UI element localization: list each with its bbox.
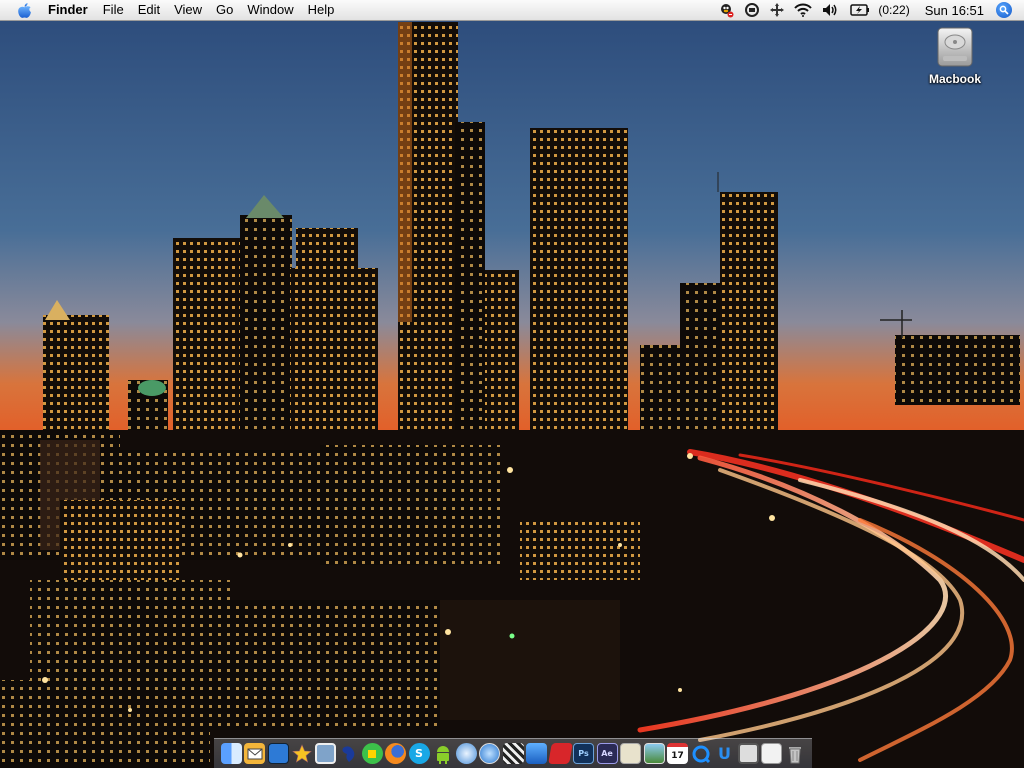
menu-finder[interactable]: Finder — [42, 0, 96, 20]
adium-duck-icon[interactable] — [713, 0, 739, 20]
trash-icon[interactable] — [785, 743, 806, 764]
menu-help[interactable]: Help — [301, 0, 342, 20]
macbook-drive-icon[interactable]: Macbook — [922, 26, 988, 86]
safari-icon[interactable] — [479, 743, 500, 764]
spotlight-search-icon[interactable] — [996, 2, 1012, 18]
ical-icon[interactable]: 17 — [667, 743, 688, 764]
star-icon[interactable] — [291, 743, 312, 764]
status-menus: (0:22) Sun 16:51 — [713, 0, 1024, 20]
menu-go[interactable]: Go — [209, 0, 240, 20]
photoshop-icon[interactable]: Ps — [573, 743, 594, 764]
menu-window[interactable]: Window — [240, 0, 300, 20]
apple-logo-icon[interactable] — [14, 0, 34, 20]
quicktime-icon[interactable] — [691, 743, 712, 764]
menu-clock[interactable]: Sun 16:51 — [913, 3, 994, 18]
screen-share-icon[interactable] — [761, 743, 782, 764]
move-arrows-icon[interactable] — [765, 0, 789, 20]
volume-icon[interactable] — [817, 0, 845, 20]
menu-bar: Finder File Edit View Go Window Help (0:… — [0, 0, 1024, 21]
sync-circle-icon[interactable] — [739, 0, 765, 20]
ichat-icon[interactable] — [455, 743, 477, 764]
battery-icon[interactable] — [845, 0, 875, 20]
u-app-label: U — [718, 744, 731, 763]
menu-view[interactable]: View — [167, 0, 209, 20]
drive-label: Macbook — [928, 72, 981, 86]
monitor-icon[interactable] — [737, 743, 759, 764]
screen-icon[interactable] — [267, 743, 289, 764]
menu-edit[interactable]: Edit — [131, 0, 167, 20]
red-app-icon[interactable] — [547, 743, 573, 764]
ical-day: 17 — [671, 750, 684, 761]
photo-icon[interactable] — [314, 743, 336, 764]
after-effects-icon[interactable]: Ae — [596, 743, 618, 764]
android-icon[interactable] — [432, 743, 453, 764]
wifi-icon[interactable] — [789, 0, 817, 20]
u-app-icon[interactable]: U — [714, 743, 735, 764]
green-app-icon[interactable] — [361, 743, 383, 764]
dictionary-icon[interactable] — [338, 743, 359, 764]
iphoto-icon[interactable] — [643, 743, 665, 764]
clapper-icon[interactable] — [502, 743, 524, 764]
photoshop-label: Ps — [578, 749, 589, 758]
mail-icon[interactable] — [244, 743, 265, 764]
skype-icon[interactable]: S — [408, 743, 430, 764]
preview-icon[interactable] — [620, 743, 641, 764]
finder-icon[interactable] — [220, 743, 242, 764]
desktop-wallpaper — [0, 0, 1024, 768]
after-effects-label: Ae — [601, 749, 613, 758]
hard-drive-icon — [935, 26, 975, 68]
keynote-icon[interactable] — [526, 743, 547, 764]
firefox-icon[interactable] — [385, 743, 406, 764]
dock: S Ps Ae 17 U — [214, 738, 812, 768]
menu-file[interactable]: File — [96, 0, 131, 20]
battery-time[interactable]: (0:22) — [875, 3, 912, 17]
